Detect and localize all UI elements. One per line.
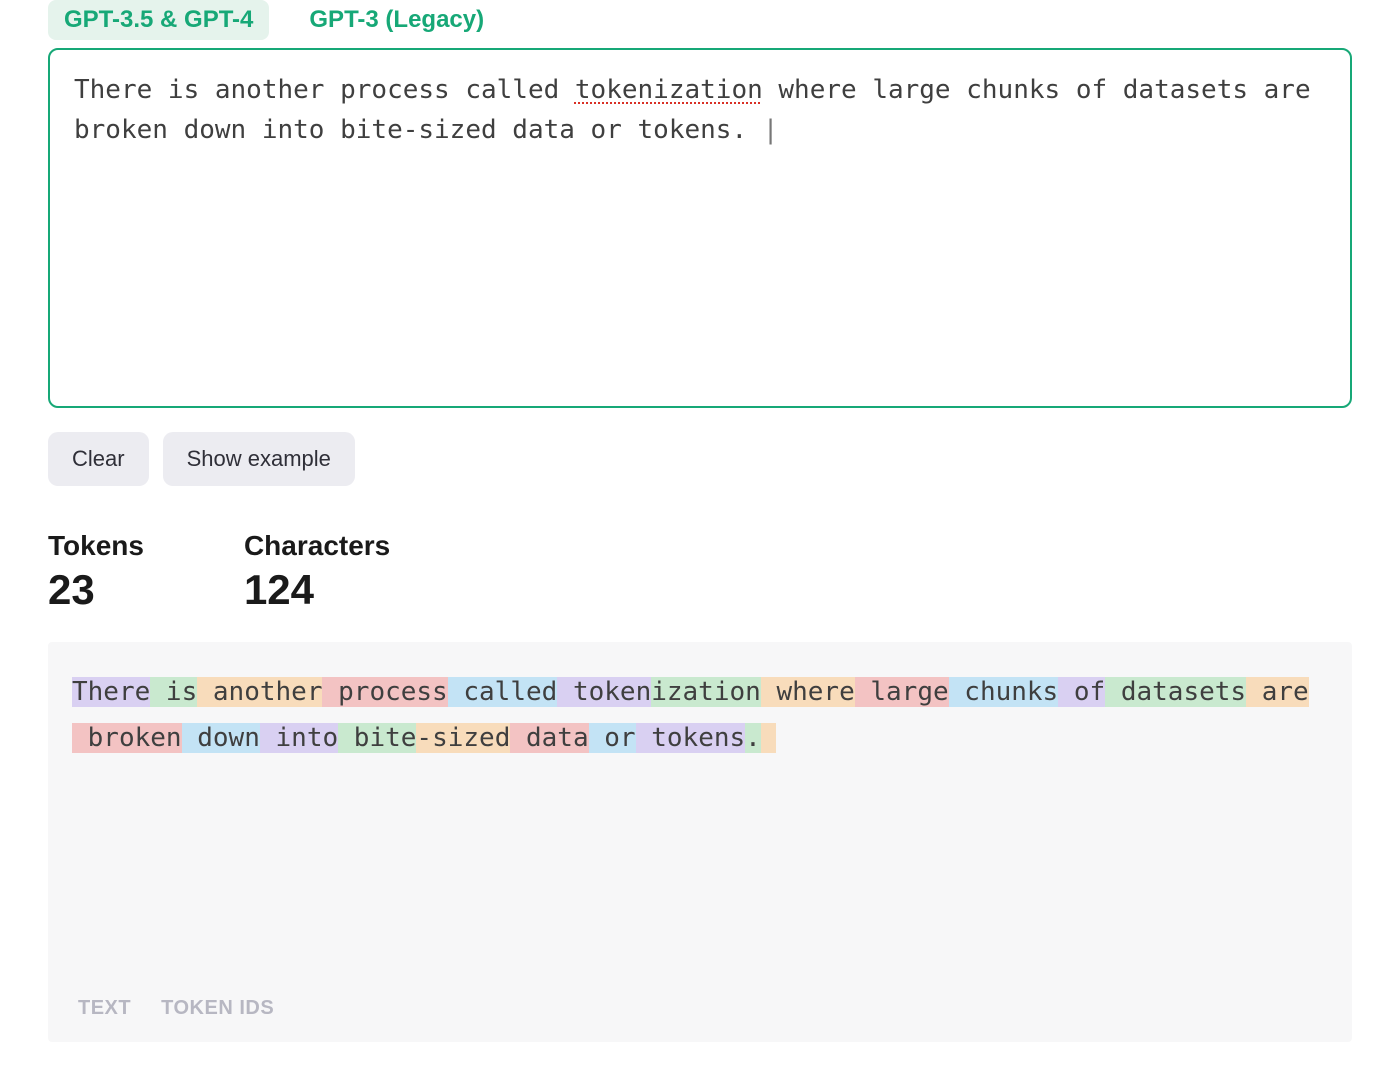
token-span: . <box>745 723 761 753</box>
token-span: -sized <box>416 723 510 753</box>
token-span <box>761 723 777 753</box>
token-span: datasets <box>1105 677 1246 707</box>
input-text-segment: There is another process called <box>74 75 575 105</box>
token-span: called <box>448 677 558 707</box>
token-span: tokens <box>636 723 746 753</box>
token-span: or <box>589 723 636 753</box>
clear-button[interactable]: Clear <box>48 432 149 486</box>
tab-gpt3-legacy[interactable]: GPT-3 (Legacy) <box>293 0 500 40</box>
token-span: another <box>197 677 322 707</box>
tab-gpt35-gpt4[interactable]: GPT-3.5 & GPT-4 <box>48 0 269 40</box>
token-span: into <box>260 723 338 753</box>
token-span: process <box>322 677 447 707</box>
token-span: are <box>1246 677 1309 707</box>
tokens-label: Tokens <box>48 530 144 562</box>
text-cursor: | <box>763 115 779 145</box>
view-tabs: TEXT TOKEN IDS <box>78 997 274 1020</box>
stats-row: Tokens 23 Characters 124 <box>48 530 1352 614</box>
token-span: token <box>557 677 651 707</box>
token-span: where <box>761 677 855 707</box>
characters-value: 124 <box>244 566 390 614</box>
tokenizer-textarea[interactable]: There is another process called tokeniza… <box>48 48 1352 408</box>
token-span: of <box>1058 677 1105 707</box>
button-row: Clear Show example <box>48 432 1352 486</box>
token-span: large <box>855 677 949 707</box>
token-span: ization <box>651 677 761 707</box>
view-tab-token-ids[interactable]: TOKEN IDS <box>161 997 274 1020</box>
show-example-button[interactable]: Show example <box>163 432 355 486</box>
token-span: There <box>72 677 150 707</box>
characters-stat: Characters 124 <box>244 530 390 614</box>
token-panel: There is another process called tokeniza… <box>48 642 1352 1042</box>
view-tab-text[interactable]: TEXT <box>78 997 131 1020</box>
token-text: There is another process called tokeniza… <box>72 670 1328 761</box>
token-span: is <box>150 677 197 707</box>
token-span: down <box>182 723 260 753</box>
token-span: chunks <box>949 677 1059 707</box>
token-span: bite <box>338 723 416 753</box>
token-span: data <box>510 723 588 753</box>
input-text-spellerror: tokenization <box>575 75 763 105</box>
tokens-stat: Tokens 23 <box>48 530 144 614</box>
characters-label: Characters <box>244 530 390 562</box>
tokens-value: 23 <box>48 566 144 614</box>
token-span: broken <box>72 723 182 753</box>
model-tabs: GPT-3.5 & GPT-4 GPT-3 (Legacy) <box>48 0 1352 40</box>
